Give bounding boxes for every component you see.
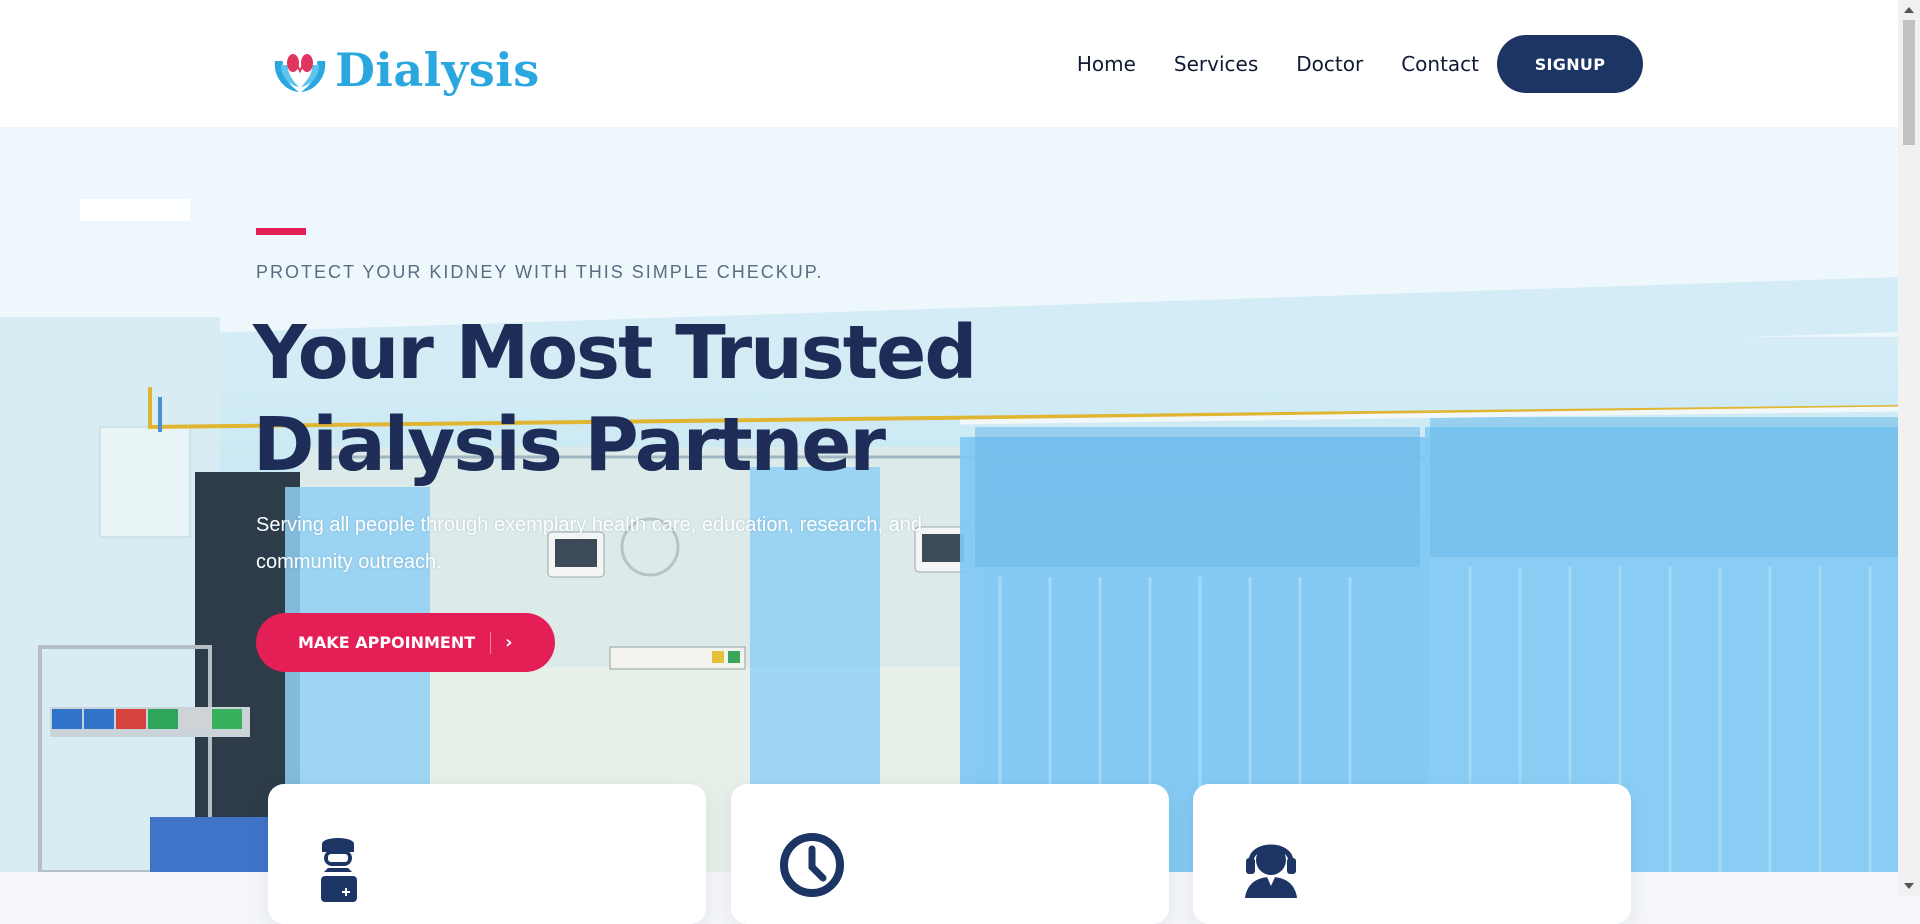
main-nav: Home Services Doctor Contact SIGNUP xyxy=(1077,34,1643,94)
site-header: Dialysis Home Services Doctor Contact SI… xyxy=(0,0,1898,127)
make-appointment-button[interactable]: MAKE APPOINMENT › xyxy=(256,613,555,672)
scroll-up-arrow-icon[interactable] xyxy=(1904,7,1914,13)
hero-headline-line-1: Your Most Trusted xyxy=(253,310,977,396)
scrollbar-thumb[interactable] xyxy=(1903,20,1915,145)
hospital-ward-background-image xyxy=(0,127,1898,872)
clock-icon xyxy=(779,832,845,903)
nav-contact[interactable]: Contact xyxy=(1401,52,1479,76)
hero-headline-line-2: Dialysis Partner xyxy=(253,402,886,488)
cta-divider xyxy=(490,631,492,654)
signup-button[interactable]: SIGNUP xyxy=(1497,35,1643,93)
hands-kidney-icon xyxy=(271,45,329,95)
hero-eyebrow: PROTECT YOUR KIDNEY WITH THIS SIMPLE CHE… xyxy=(256,262,824,282)
feature-card-support[interactable] xyxy=(1193,784,1631,924)
hero-headline: Your Most Trusted Dialysis Partner xyxy=(253,307,1053,491)
support-headset-icon xyxy=(1241,832,1301,903)
chevron-right-icon: › xyxy=(505,632,513,653)
brand-name: Dialysis xyxy=(335,43,540,97)
cta-label: MAKE APPOINMENT xyxy=(298,633,476,652)
page-scrollbar[interactable] xyxy=(1898,0,1920,896)
feature-card-doctor[interactable] xyxy=(268,784,706,924)
accent-bar xyxy=(256,228,306,235)
feature-card-hours[interactable] xyxy=(731,784,1169,924)
hero-section: PROTECT YOUR KIDNEY WITH THIS SIMPLE CHE… xyxy=(0,127,1898,872)
brand-logo[interactable]: Dialysis xyxy=(271,40,540,100)
hero-subtext: Serving all people through exemplary hea… xyxy=(256,514,922,573)
nav-home[interactable]: Home xyxy=(1077,52,1136,76)
scroll-down-arrow-icon[interactable] xyxy=(1904,883,1914,889)
nav-doctor[interactable]: Doctor xyxy=(1296,52,1363,76)
nav-services[interactable]: Services xyxy=(1174,52,1258,76)
